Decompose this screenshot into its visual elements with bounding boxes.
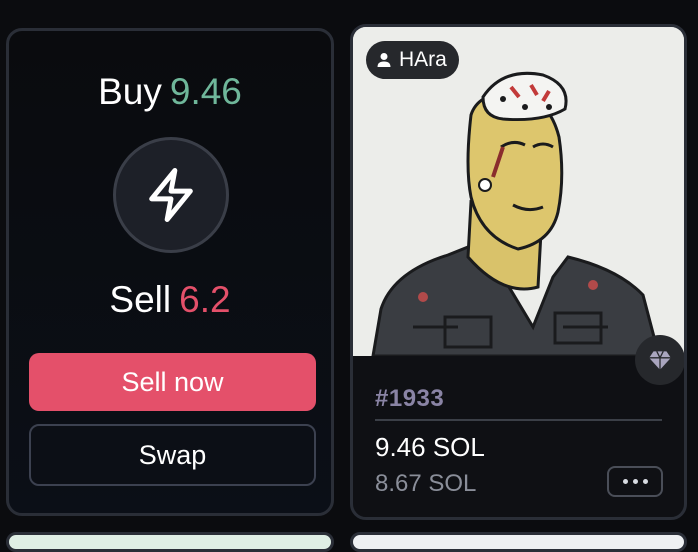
user-icon <box>377 53 391 67</box>
sell-now-button[interactable]: Sell now <box>29 353 316 411</box>
sell-price-row: Sell 6.2 <box>9 279 331 321</box>
owner-badge[interactable]: HAra <box>366 41 459 79</box>
buy-price-row: Buy 9.46 <box>9 71 331 113</box>
next-card-left[interactable] <box>6 532 334 552</box>
listing-price: 9.46 SOL <box>375 432 485 462</box>
more-options-button[interactable] <box>607 466 663 497</box>
sell-value: 6.2 <box>179 279 231 320</box>
divider <box>375 419 662 421</box>
lightning-bolt-icon <box>113 137 229 253</box>
next-card-right[interactable] <box>350 532 687 552</box>
trade-card: Buy 9.46 Sell 6.2 Sell now Swap <box>6 28 334 516</box>
buy-value: 9.46 <box>169 71 242 112</box>
swap-button[interactable]: Swap <box>29 424 316 486</box>
nft-card[interactable]: HAra #1933 9.46 SOL 8.67 SOL <box>350 24 687 520</box>
last-sale-price: 8.67 SOL <box>375 470 477 497</box>
sell-label: Sell <box>109 279 172 320</box>
gem-icon[interactable] <box>635 335 684 385</box>
token-id: #1933 <box>375 385 445 412</box>
owner-name: HAra <box>399 48 447 71</box>
buy-label: Buy <box>98 71 162 112</box>
more-horizontal-icon <box>622 479 628 484</box>
